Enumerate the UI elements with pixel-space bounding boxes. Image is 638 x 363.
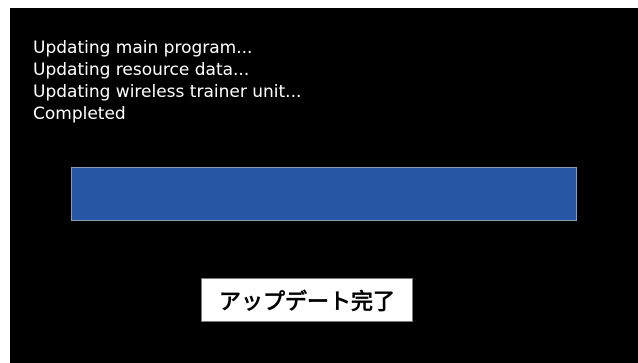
- log-line-main-program: Updating main program...: [33, 38, 253, 58]
- log-line-completed: Completed: [33, 104, 126, 124]
- update-log: Updating main program... Updating resour…: [33, 37, 301, 125]
- log-line-resource-data: Updating resource data...: [33, 60, 250, 80]
- update-complete-message: アップデート完了: [201, 278, 413, 322]
- update-screen: Updating main program... Updating resour…: [10, 8, 638, 363]
- log-line-wireless-trainer: Updating wireless trainer unit...: [33, 82, 302, 102]
- progress-bar: [71, 167, 577, 221]
- progress-bar-fill: [72, 168, 576, 220]
